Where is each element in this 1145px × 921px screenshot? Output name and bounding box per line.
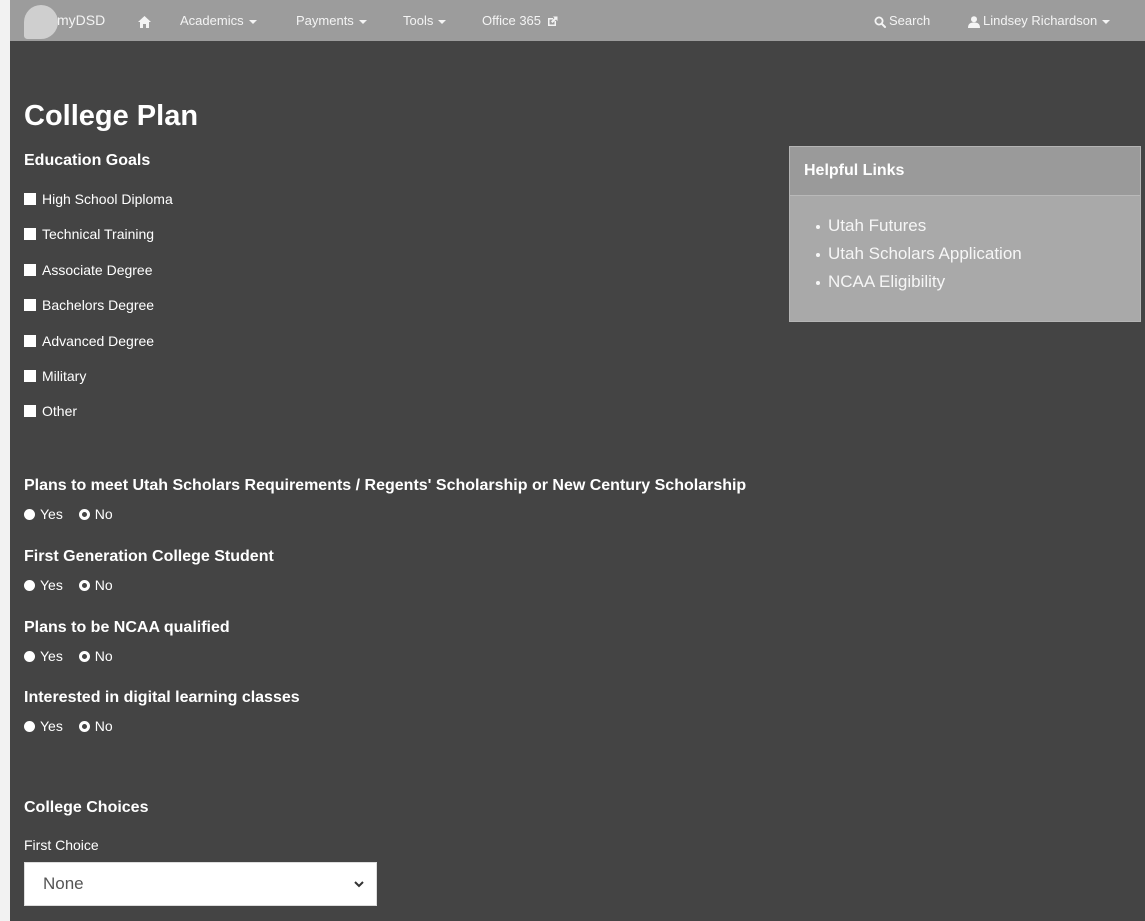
goal-checkbox[interactable]: Military: [24, 366, 86, 386]
goal-label: Other: [42, 403, 78, 419]
question-label: Plans to meet Utah Scholars Requirements…: [24, 477, 747, 494]
radio-no-label: No: [94, 648, 113, 664]
checkbox-icon: [24, 264, 36, 276]
user-menu[interactable]: Lindsey Richardson: [968, 0, 1111, 41]
radio-yes[interactable]: Yes: [24, 647, 63, 665]
radio-selected-icon: [78, 509, 90, 520]
user-icon: [968, 15, 980, 28]
goal-label: Technical Training: [42, 226, 155, 242]
search-link[interactable]: Search: [874, 0, 930, 41]
radio-yes[interactable]: Yes: [24, 576, 63, 594]
radio-no-label: No: [94, 506, 113, 522]
page-title: College Plan: [24, 100, 199, 132]
radio-yes[interactable]: Yes: [24, 505, 63, 523]
checkbox-icon: [24, 228, 36, 240]
goal-label: Military: [42, 368, 87, 384]
radio-no[interactable]: No: [78, 717, 113, 735]
radio-no[interactable]: No: [78, 647, 113, 665]
radio-yes[interactable]: Yes: [24, 717, 63, 735]
goal-label: Bachelors Degree: [42, 297, 155, 313]
radio-selected-icon: [78, 651, 90, 662]
search-label: Search: [889, 13, 931, 28]
home-link[interactable]: [138, 0, 151, 41]
radio-yes-label: Yes: [40, 577, 63, 593]
question-label: Plans to be NCAA qualified: [24, 619, 230, 636]
radio-group: Yes No: [24, 505, 125, 523]
checkbox-icon: [24, 299, 36, 311]
menu-tools-label: Tools: [403, 13, 434, 28]
navbar: myDSD Academics Payments Tools Office 36…: [10, 0, 1145, 41]
radio-yes-label: Yes: [40, 506, 63, 522]
link-ncaa-eligibility[interactable]: NCAA Eligibility: [816, 268, 1140, 296]
question-label: Interested in digital learning classes: [24, 689, 300, 706]
question-label: First Generation College Student: [24, 548, 274, 565]
goal-checkbox[interactable]: High School Diploma: [24, 189, 173, 209]
first-choice-value: None: [43, 874, 84, 893]
goal-checkbox[interactable]: Other: [24, 401, 77, 421]
helpful-links-title: Helpful Links: [790, 147, 1140, 196]
checkbox-icon: [24, 193, 36, 205]
menu-payments[interactable]: Payments: [296, 0, 367, 41]
menu-academics[interactable]: Academics: [180, 0, 257, 41]
radio-icon: [24, 651, 35, 662]
checkbox-icon: [24, 405, 36, 417]
link-utah-scholars-application[interactable]: Utah Scholars Application: [816, 240, 1140, 268]
goal-label: Associate Degree: [42, 262, 153, 278]
radio-icon: [24, 509, 35, 520]
radio-icon: [24, 580, 35, 591]
brand-logo[interactable]: [24, 5, 58, 39]
user-name: Lindsey Richardson: [983, 13, 1098, 28]
radio-yes-label: Yes: [40, 718, 63, 734]
education-goals-title: Education Goals: [24, 152, 151, 169]
home-icon: [138, 15, 151, 28]
menu-academics-label: Academics: [180, 13, 244, 28]
goal-label: Advanced Degree: [42, 333, 155, 349]
chevron-down-icon: [354, 881, 364, 888]
goal-checkbox[interactable]: Bachelors Degree: [24, 295, 154, 315]
menu-tools[interactable]: Tools: [403, 0, 447, 41]
radio-selected-icon: [78, 721, 90, 732]
radio-icon: [24, 721, 35, 732]
office-365-label: Office 365: [482, 13, 542, 28]
first-choice-select[interactable]: None: [24, 862, 377, 906]
radio-no[interactable]: No: [78, 576, 113, 594]
radio-group: Yes No: [24, 647, 125, 665]
office-365-link[interactable]: Office 365: [482, 0, 558, 41]
external-link-icon: [547, 16, 558, 27]
goal-checkbox[interactable]: Advanced Degree: [24, 331, 154, 351]
page-frame: myDSD Academics Payments Tools Office 36…: [10, 0, 1145, 921]
radio-no-label: No: [94, 718, 113, 734]
goal-label: High School Diploma: [42, 191, 173, 207]
checkbox-icon: [24, 370, 36, 382]
radio-yes-label: Yes: [40, 648, 63, 664]
goal-checkbox[interactable]: Technical Training: [24, 224, 154, 244]
radio-group: Yes No: [24, 576, 125, 594]
checkbox-icon: [24, 335, 36, 347]
college-choices-title: College Choices: [24, 799, 149, 816]
brand-name[interactable]: myDSD: [57, 0, 105, 41]
chevron-down-icon: [248, 19, 257, 24]
menu-payments-label: Payments: [296, 13, 354, 28]
helpful-links-panel: Helpful Links Utah Futures Utah Scholars…: [789, 146, 1141, 322]
link-utah-futures[interactable]: Utah Futures: [816, 212, 1140, 240]
first-choice-label: First Choice: [24, 837, 99, 853]
chevron-down-icon: [358, 19, 367, 24]
radio-no-label: No: [94, 577, 113, 593]
radio-no[interactable]: No: [78, 505, 113, 523]
chevron-down-icon: [438, 19, 447, 24]
helpful-links-list: Utah Futures Utah Scholars Application N…: [790, 196, 1140, 296]
radio-selected-icon: [78, 580, 90, 591]
chevron-down-icon: [1102, 19, 1111, 24]
search-icon: [874, 16, 886, 28]
radio-group: Yes No: [24, 717, 125, 735]
goal-checkbox[interactable]: Associate Degree: [24, 260, 153, 280]
